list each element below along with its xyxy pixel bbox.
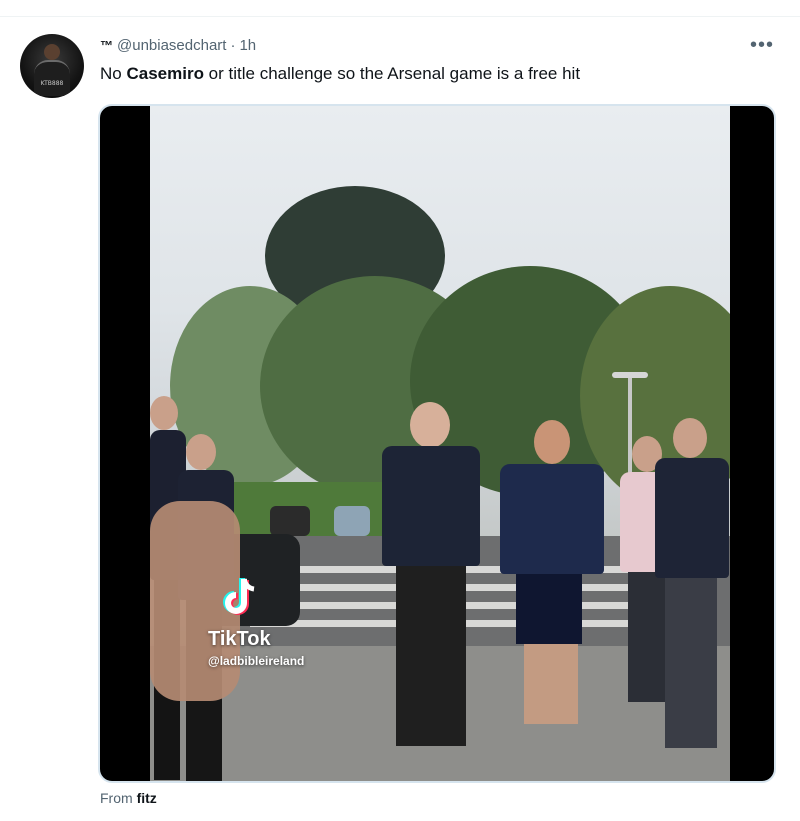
display-name[interactable]: ™	[100, 38, 113, 53]
coach	[490, 420, 610, 740]
tweet-text-before: No	[100, 64, 127, 83]
separator-dot: ·	[230, 37, 236, 54]
avatar-figure-body	[34, 60, 70, 96]
timestamp[interactable]: 1h	[239, 37, 256, 54]
avatar-figure-head	[44, 44, 60, 60]
lamp-head	[612, 372, 648, 378]
more-dots-icon[interactable]: •••	[750, 34, 774, 57]
avatar-text: KTB888	[40, 80, 64, 87]
top-divider	[0, 16, 800, 17]
from-attribution: From fitz	[100, 790, 157, 806]
from-name[interactable]: fitz	[137, 790, 157, 806]
parked-car	[270, 506, 310, 536]
video-media[interactable]: TikTok @ladbibleireland	[98, 104, 776, 783]
tweet-text-bold: Casemiro	[126, 64, 204, 83]
tiktok-logo-icon	[223, 578, 255, 615]
tweet-text-after: or title challenge so the Arsenal game i…	[203, 64, 581, 83]
tweet-header: ™ @unbiasedchart · 1h	[100, 37, 256, 54]
video-frame[interactable]: TikTok @ladbibleireland	[150, 106, 730, 781]
user-handle[interactable]: @unbiasedchart	[117, 37, 226, 54]
tiktok-handle: @ladbibleireland	[208, 654, 305, 668]
student-right	[655, 418, 730, 748]
tiktok-watermark: TikTok	[208, 628, 271, 650]
from-prefix: From	[100, 790, 133, 806]
parked-car	[334, 506, 370, 536]
student-center	[382, 402, 482, 752]
avatar[interactable]: KTB888	[20, 34, 84, 98]
tweet-text: No Casemiro or title challenge so the Ar…	[100, 64, 580, 84]
